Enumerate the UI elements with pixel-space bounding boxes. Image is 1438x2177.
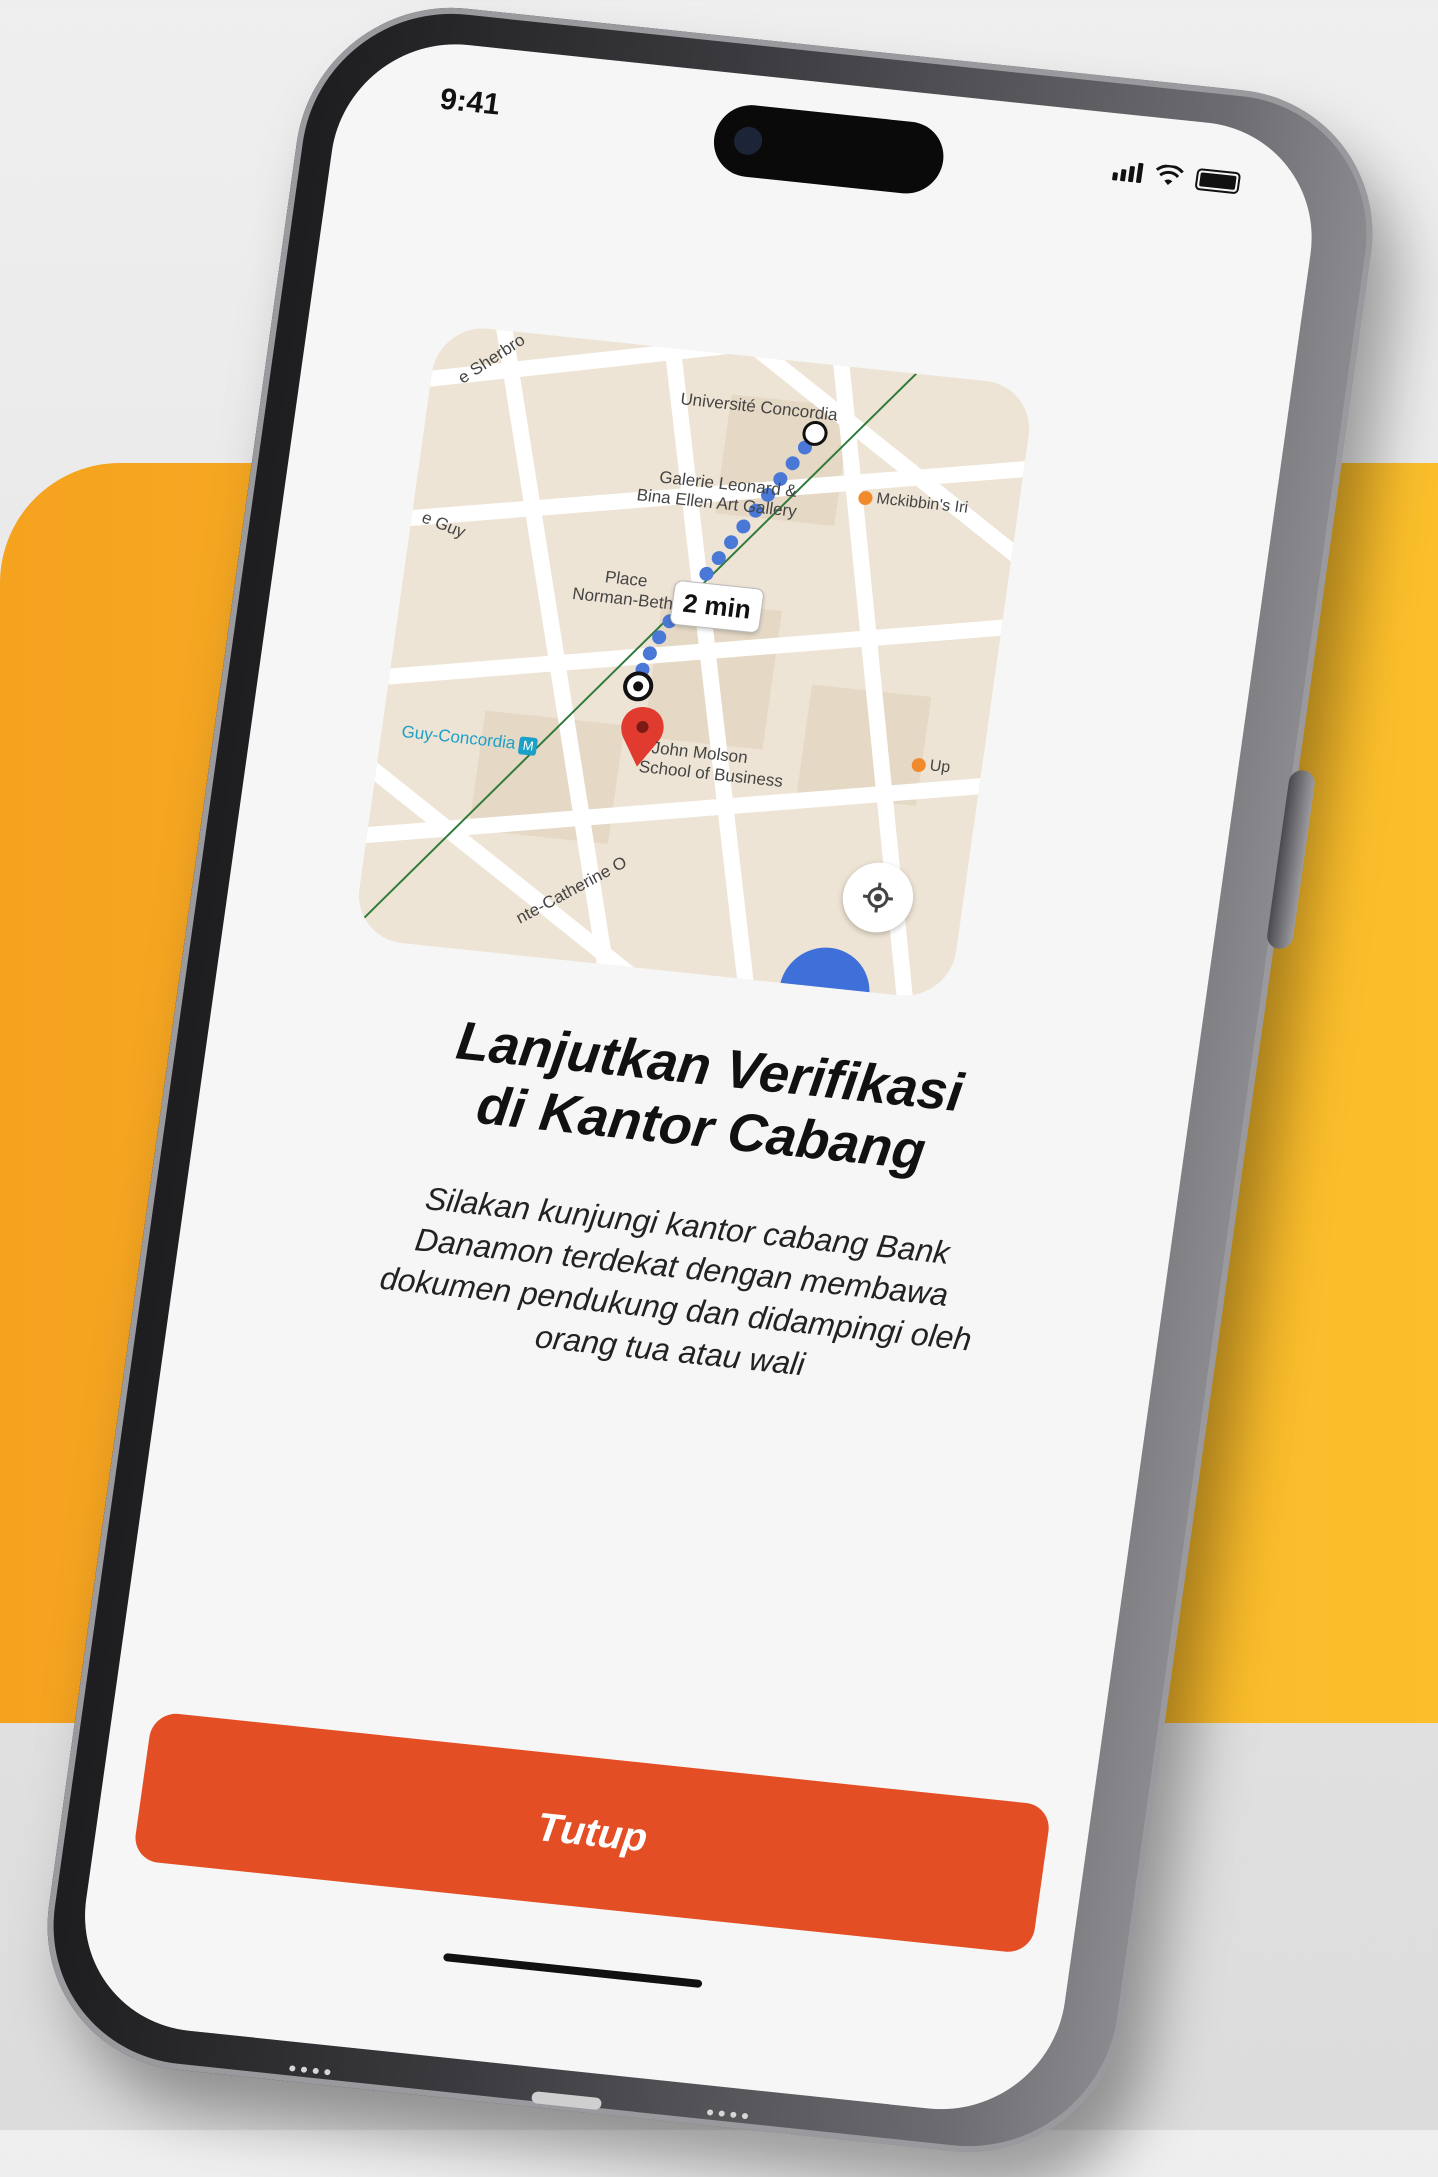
dynamic-island [709, 101, 949, 198]
status-icons [1111, 159, 1242, 195]
poi-up-label: Up [928, 757, 952, 777]
page-description: Silakan kunjungi kantor cabang Bank Dana… [227, 1158, 1130, 1417]
wifi-icon [1155, 164, 1184, 185]
poi-icon [910, 757, 927, 773]
home-indicator [442, 1952, 703, 1989]
speaker-grille-right: •••• [704, 2099, 755, 2130]
speaker-grille-left: •••• [286, 2055, 337, 2086]
charging-port [530, 2090, 603, 2111]
stage: 9:41 Université Concordia Galerie Leonar… [0, 0, 1438, 2167]
map-roads [352, 323, 1036, 1001]
route-time-badge: 2 min [669, 579, 765, 634]
crosshair-icon [862, 882, 894, 913]
restaurant-icon [857, 490, 874, 506]
battery-icon [1194, 167, 1242, 195]
close-button[interactable]: Tutup [132, 1711, 1053, 1955]
poi-up[interactable]: Up [910, 755, 952, 777]
phone-device: 9:41 Université Concordia Galerie Leonar… [28, 0, 1392, 2167]
camera-icon [732, 125, 765, 157]
signal-icon [1111, 160, 1144, 184]
status-time: 9:41 [437, 82, 503, 122]
metro-icon: M [517, 736, 539, 757]
map-view[interactable]: Université Concordia Galerie Leonard & B… [352, 323, 1036, 1001]
